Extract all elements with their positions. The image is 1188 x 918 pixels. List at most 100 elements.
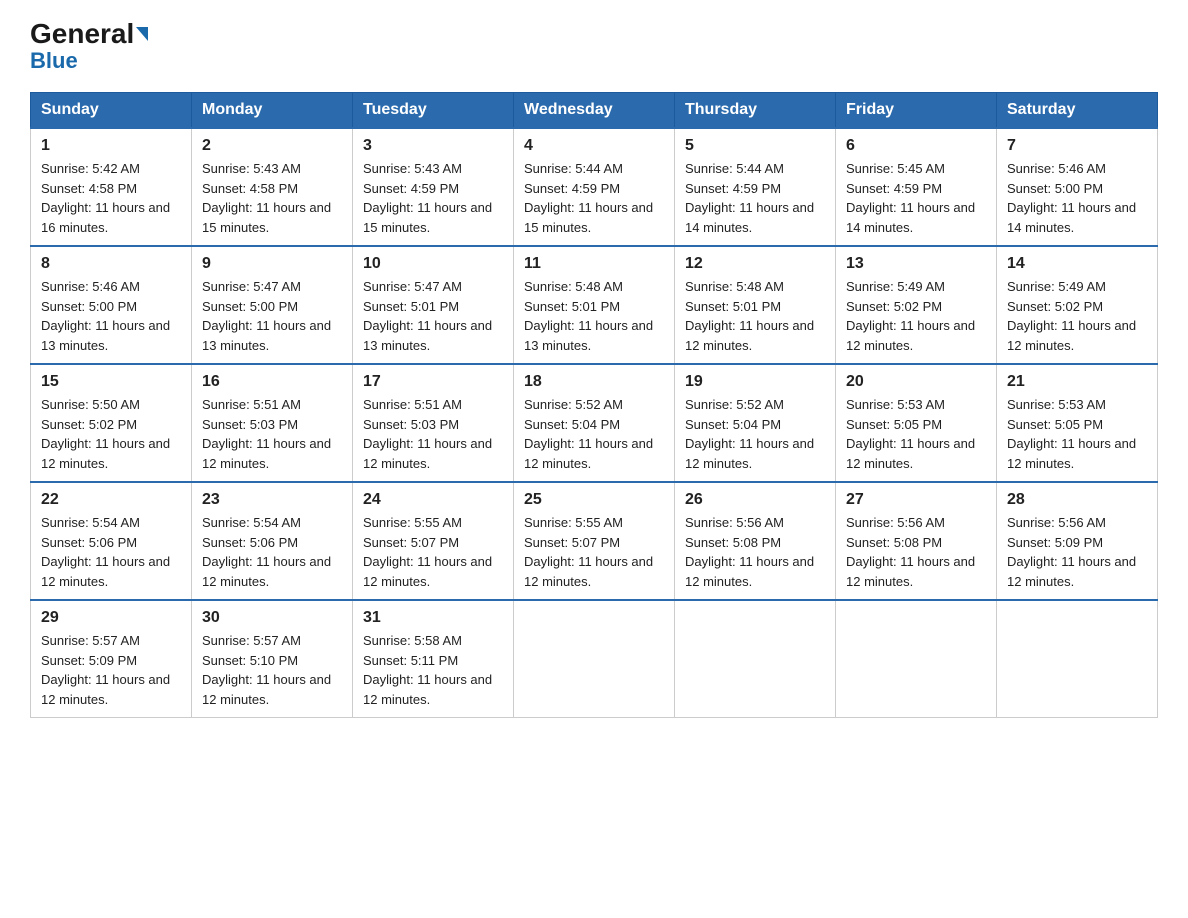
day-number: 22 [41, 491, 181, 509]
day-info: Sunrise: 5:51 AM Sunset: 5:03 PM Dayligh… [363, 395, 503, 473]
day-info: Sunrise: 5:54 AM Sunset: 5:06 PM Dayligh… [202, 513, 342, 591]
day-number: 10 [363, 255, 503, 273]
day-info: Sunrise: 5:49 AM Sunset: 5:02 PM Dayligh… [846, 277, 986, 355]
day-number: 30 [202, 609, 342, 627]
day-info: Sunrise: 5:55 AM Sunset: 5:07 PM Dayligh… [363, 513, 503, 591]
calendar-cell: 30 Sunrise: 5:57 AM Sunset: 5:10 PM Dayl… [192, 600, 353, 718]
header-saturday: Saturday [997, 93, 1158, 129]
day-info: Sunrise: 5:56 AM Sunset: 5:08 PM Dayligh… [846, 513, 986, 591]
calendar-cell: 20 Sunrise: 5:53 AM Sunset: 5:05 PM Dayl… [836, 364, 997, 482]
week-row-5: 29 Sunrise: 5:57 AM Sunset: 5:09 PM Dayl… [31, 600, 1158, 718]
calendar-cell [675, 600, 836, 718]
day-number: 20 [846, 373, 986, 391]
day-info: Sunrise: 5:58 AM Sunset: 5:11 PM Dayligh… [363, 631, 503, 709]
day-number: 18 [524, 373, 664, 391]
day-number: 6 [846, 137, 986, 155]
day-info: Sunrise: 5:57 AM Sunset: 5:09 PM Dayligh… [41, 631, 181, 709]
calendar-cell: 26 Sunrise: 5:56 AM Sunset: 5:08 PM Dayl… [675, 482, 836, 600]
day-info: Sunrise: 5:56 AM Sunset: 5:09 PM Dayligh… [1007, 513, 1147, 591]
day-number: 29 [41, 609, 181, 627]
calendar-cell: 18 Sunrise: 5:52 AM Sunset: 5:04 PM Dayl… [514, 364, 675, 482]
day-info: Sunrise: 5:46 AM Sunset: 5:00 PM Dayligh… [41, 277, 181, 355]
header-wednesday: Wednesday [514, 93, 675, 129]
day-info: Sunrise: 5:43 AM Sunset: 4:59 PM Dayligh… [363, 159, 503, 237]
calendar-header-row: SundayMondayTuesdayWednesdayThursdayFrid… [31, 93, 1158, 129]
day-info: Sunrise: 5:56 AM Sunset: 5:08 PM Dayligh… [685, 513, 825, 591]
day-number: 11 [524, 255, 664, 273]
day-info: Sunrise: 5:44 AM Sunset: 4:59 PM Dayligh… [685, 159, 825, 237]
day-info: Sunrise: 5:47 AM Sunset: 5:00 PM Dayligh… [202, 277, 342, 355]
calendar-cell: 10 Sunrise: 5:47 AM Sunset: 5:01 PM Dayl… [353, 246, 514, 364]
day-number: 14 [1007, 255, 1147, 273]
day-number: 3 [363, 137, 503, 155]
header-friday: Friday [836, 93, 997, 129]
day-info: Sunrise: 5:44 AM Sunset: 4:59 PM Dayligh… [524, 159, 664, 237]
calendar-cell: 23 Sunrise: 5:54 AM Sunset: 5:06 PM Dayl… [192, 482, 353, 600]
day-info: Sunrise: 5:47 AM Sunset: 5:01 PM Dayligh… [363, 277, 503, 355]
calendar-cell: 31 Sunrise: 5:58 AM Sunset: 5:11 PM Dayl… [353, 600, 514, 718]
day-number: 8 [41, 255, 181, 273]
calendar-cell [997, 600, 1158, 718]
day-info: Sunrise: 5:52 AM Sunset: 5:04 PM Dayligh… [524, 395, 664, 473]
day-info: Sunrise: 5:54 AM Sunset: 5:06 PM Dayligh… [41, 513, 181, 591]
calendar-cell: 9 Sunrise: 5:47 AM Sunset: 5:00 PM Dayli… [192, 246, 353, 364]
day-number: 4 [524, 137, 664, 155]
calendar-cell: 4 Sunrise: 5:44 AM Sunset: 4:59 PM Dayli… [514, 128, 675, 246]
week-row-3: 15 Sunrise: 5:50 AM Sunset: 5:02 PM Dayl… [31, 364, 1158, 482]
calendar-cell: 12 Sunrise: 5:48 AM Sunset: 5:01 PM Dayl… [675, 246, 836, 364]
day-number: 24 [363, 491, 503, 509]
calendar-cell: 29 Sunrise: 5:57 AM Sunset: 5:09 PM Dayl… [31, 600, 192, 718]
calendar-cell: 14 Sunrise: 5:49 AM Sunset: 5:02 PM Dayl… [997, 246, 1158, 364]
day-info: Sunrise: 5:57 AM Sunset: 5:10 PM Dayligh… [202, 631, 342, 709]
calendar-cell [514, 600, 675, 718]
day-number: 17 [363, 373, 503, 391]
calendar-cell: 5 Sunrise: 5:44 AM Sunset: 4:59 PM Dayli… [675, 128, 836, 246]
calendar-cell: 25 Sunrise: 5:55 AM Sunset: 5:07 PM Dayl… [514, 482, 675, 600]
calendar-cell: 16 Sunrise: 5:51 AM Sunset: 5:03 PM Dayl… [192, 364, 353, 482]
calendar-cell [836, 600, 997, 718]
calendar-cell: 19 Sunrise: 5:52 AM Sunset: 5:04 PM Dayl… [675, 364, 836, 482]
day-number: 23 [202, 491, 342, 509]
logo-triangle-icon [136, 27, 148, 41]
day-info: Sunrise: 5:50 AM Sunset: 5:02 PM Dayligh… [41, 395, 181, 473]
day-number: 15 [41, 373, 181, 391]
day-number: 26 [685, 491, 825, 509]
day-number: 1 [41, 137, 181, 155]
day-number: 19 [685, 373, 825, 391]
day-info: Sunrise: 5:49 AM Sunset: 5:02 PM Dayligh… [1007, 277, 1147, 355]
day-number: 28 [1007, 491, 1147, 509]
logo-general: General [30, 20, 134, 48]
calendar-cell: 8 Sunrise: 5:46 AM Sunset: 5:00 PM Dayli… [31, 246, 192, 364]
day-number: 12 [685, 255, 825, 273]
header-tuesday: Tuesday [353, 93, 514, 129]
day-info: Sunrise: 5:43 AM Sunset: 4:58 PM Dayligh… [202, 159, 342, 237]
day-info: Sunrise: 5:48 AM Sunset: 5:01 PM Dayligh… [685, 277, 825, 355]
day-info: Sunrise: 5:51 AM Sunset: 5:03 PM Dayligh… [202, 395, 342, 473]
calendar-cell: 2 Sunrise: 5:43 AM Sunset: 4:58 PM Dayli… [192, 128, 353, 246]
week-row-1: 1 Sunrise: 5:42 AM Sunset: 4:58 PM Dayli… [31, 128, 1158, 246]
day-info: Sunrise: 5:42 AM Sunset: 4:58 PM Dayligh… [41, 159, 181, 237]
day-number: 13 [846, 255, 986, 273]
day-number: 31 [363, 609, 503, 627]
calendar-cell: 24 Sunrise: 5:55 AM Sunset: 5:07 PM Dayl… [353, 482, 514, 600]
day-number: 2 [202, 137, 342, 155]
calendar-cell: 28 Sunrise: 5:56 AM Sunset: 5:09 PM Dayl… [997, 482, 1158, 600]
calendar-cell: 3 Sunrise: 5:43 AM Sunset: 4:59 PM Dayli… [353, 128, 514, 246]
page-header: General Blue [30, 20, 1158, 72]
day-info: Sunrise: 5:53 AM Sunset: 5:05 PM Dayligh… [1007, 395, 1147, 473]
day-info: Sunrise: 5:55 AM Sunset: 5:07 PM Dayligh… [524, 513, 664, 591]
header-monday: Monday [192, 93, 353, 129]
day-info: Sunrise: 5:45 AM Sunset: 4:59 PM Dayligh… [846, 159, 986, 237]
logo-blue: Blue [30, 50, 78, 72]
calendar-cell: 13 Sunrise: 5:49 AM Sunset: 5:02 PM Dayl… [836, 246, 997, 364]
day-info: Sunrise: 5:53 AM Sunset: 5:05 PM Dayligh… [846, 395, 986, 473]
calendar-cell: 15 Sunrise: 5:50 AM Sunset: 5:02 PM Dayl… [31, 364, 192, 482]
day-number: 5 [685, 137, 825, 155]
week-row-2: 8 Sunrise: 5:46 AM Sunset: 5:00 PM Dayli… [31, 246, 1158, 364]
calendar-cell: 27 Sunrise: 5:56 AM Sunset: 5:08 PM Dayl… [836, 482, 997, 600]
header-sunday: Sunday [31, 93, 192, 129]
calendar-table: SundayMondayTuesdayWednesdayThursdayFrid… [30, 92, 1158, 718]
week-row-4: 22 Sunrise: 5:54 AM Sunset: 5:06 PM Dayl… [31, 482, 1158, 600]
day-number: 9 [202, 255, 342, 273]
calendar-cell: 21 Sunrise: 5:53 AM Sunset: 5:05 PM Dayl… [997, 364, 1158, 482]
